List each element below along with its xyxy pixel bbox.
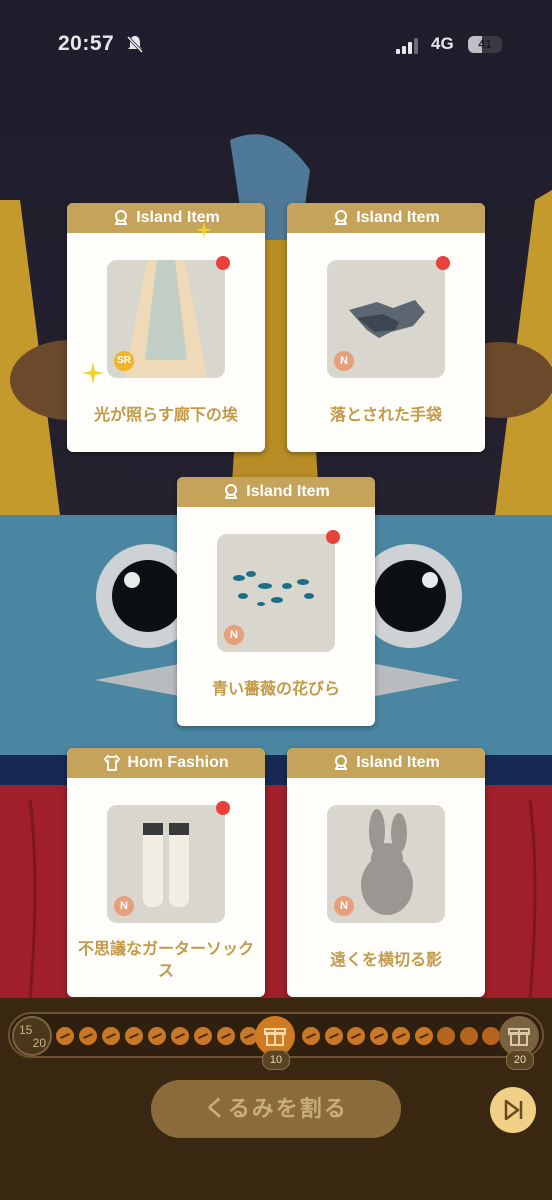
rarity-badge: N	[334, 896, 354, 916]
card-category: Island Item	[356, 209, 440, 226]
battery-icon: 41	[468, 36, 502, 53]
walnut-cracked	[392, 1027, 410, 1045]
card-category: Hom Fashion	[127, 754, 229, 771]
card-header: Island Item	[287, 748, 485, 778]
progress-counter: 15 20	[12, 1016, 52, 1056]
signal-icon	[396, 38, 418, 54]
item-name: 青い薔薇の花びら	[211, 681, 340, 698]
crack-walnut-button[interactable]: くるみを割る	[151, 1080, 401, 1138]
new-badge	[436, 256, 450, 270]
item-card[interactable]: Island Item N 遠くを横切る影	[287, 748, 485, 997]
card-header: Hom Fashion	[67, 748, 265, 778]
island-icon	[335, 210, 348, 225]
walnut-whole	[459, 1027, 478, 1045]
walnut-cracked	[79, 1027, 97, 1045]
new-badge	[216, 256, 230, 270]
walnut-cracked	[171, 1027, 189, 1045]
skip-button[interactable]	[490, 1087, 536, 1133]
walnut-cracked	[347, 1027, 365, 1045]
new-badge	[326, 530, 340, 544]
item-name: 光が照らす廊下の埃	[94, 407, 238, 424]
walnut-cracked	[56, 1027, 74, 1045]
item-card[interactable]: Island Item N 落とされた手袋	[287, 203, 485, 452]
walnut-cracked	[217, 1027, 235, 1045]
item-name: 不思議なガーターソックス	[77, 941, 254, 980]
network-type: 4G	[431, 34, 454, 53]
rarity-badge: N	[224, 625, 244, 645]
silent-bell-icon	[126, 35, 144, 54]
item-name: 遠くを横切る影	[329, 952, 442, 969]
battery-level: 41	[478, 37, 492, 51]
card-header: Island Item	[287, 203, 485, 233]
walnut-cracked	[324, 1027, 343, 1045]
island-icon	[115, 210, 128, 225]
progress-current: 15	[19, 1023, 33, 1037]
walnut-whole	[437, 1027, 455, 1045]
walnut-cracked	[125, 1027, 143, 1045]
rarity-badge: N	[334, 351, 354, 371]
card-header: Island Item	[177, 477, 375, 507]
item-card[interactable]: Island Item SR 光が照らす廊下の埃	[67, 203, 265, 452]
walnut-whole	[482, 1027, 500, 1045]
shirt-icon	[104, 754, 121, 771]
rarity-badge: N	[114, 896, 134, 916]
status-time: 20:57	[58, 32, 115, 55]
skip-icon	[504, 1099, 523, 1121]
walnut-cracked	[369, 1027, 388, 1045]
card-header: Island Item	[67, 203, 265, 233]
walnut-cracked	[102, 1027, 120, 1045]
milestone-label: 10	[262, 1050, 290, 1070]
card-category: Island Item	[246, 483, 330, 500]
island-icon	[335, 755, 348, 770]
progress-total: 20	[32, 1036, 46, 1050]
item-card[interactable]: Island Item N 青い薔薇の花びら	[177, 477, 375, 726]
island-icon	[225, 484, 238, 499]
item-card[interactable]: Hom Fashion N 不思議なガーターソックス	[67, 748, 265, 997]
sparkle-icon	[196, 222, 212, 238]
milestone-label: 20	[506, 1050, 534, 1070]
sparkle-icon	[82, 362, 104, 384]
status-bar: 20:57 4G 41	[0, 0, 552, 90]
card-category: Island Item	[356, 754, 440, 771]
new-badge	[216, 801, 230, 815]
item-name: 落とされた手袋	[329, 407, 442, 424]
walnut-cracked	[414, 1027, 433, 1045]
rarity-badge: SR	[114, 351, 134, 371]
walnut-cracked	[302, 1027, 320, 1045]
walnut-cracked	[148, 1027, 166, 1045]
walnut-cracked	[194, 1027, 212, 1045]
